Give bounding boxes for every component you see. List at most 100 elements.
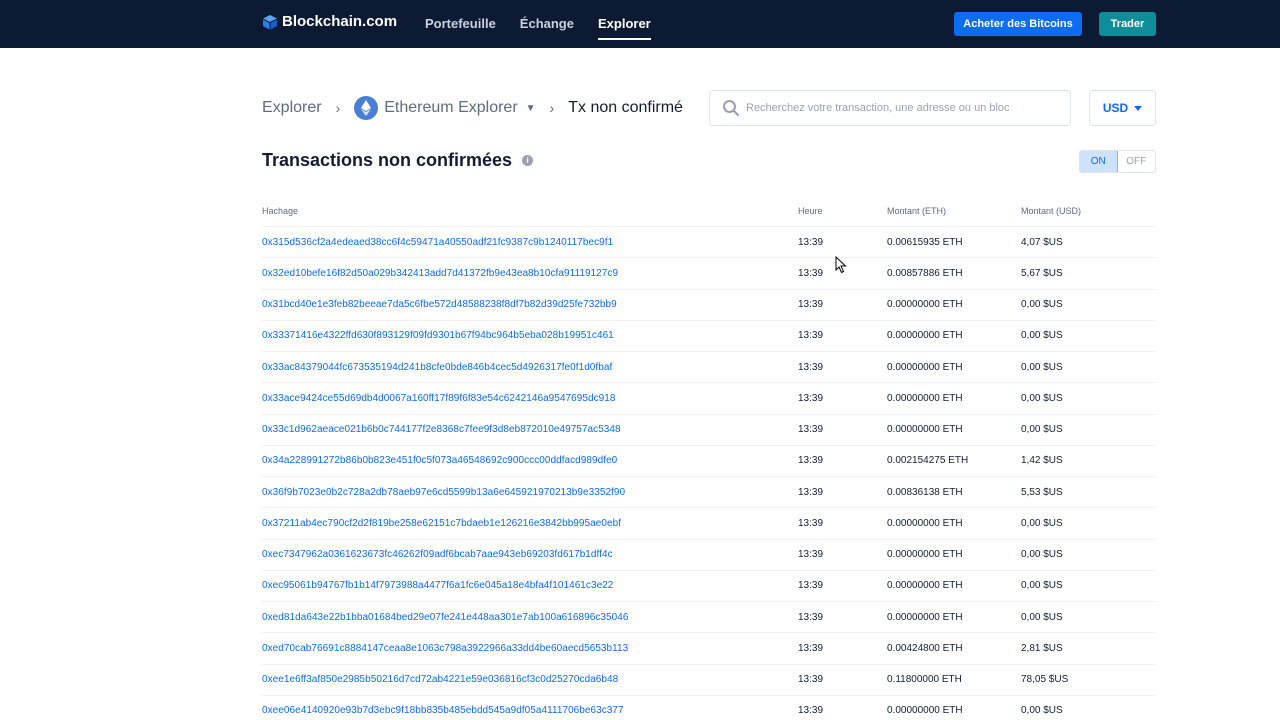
- header-amount-usd: Montant (USD): [1021, 206, 1082, 216]
- currency-select[interactable]: USD: [1089, 90, 1156, 126]
- breadcrumb-explorer[interactable]: Explorer: [262, 99, 322, 117]
- tx-hash-link[interactable]: 0xee06e4140920e93b7d3ebc9f18bb835b485ebd…: [262, 705, 798, 716]
- search-icon: [723, 100, 740, 117]
- breadcrumb: Explorer › Ethereum Explorer ▼ › Tx non …: [262, 95, 683, 121]
- breadcrumb-current: Tx non confirmé: [568, 99, 683, 116]
- nav-explorer[interactable]: Explorer: [597, 0, 651, 48]
- ethereum-icon: [354, 96, 379, 120]
- tx-amount-eth: 0.11800000 ETH: [887, 674, 962, 686]
- tx-amount-eth: 0.00000000 ETH: [887, 392, 963, 404]
- buy-bitcoin-button[interactable]: Acheter des Bitcoins: [954, 12, 1082, 36]
- info-icon[interactable]: i: [522, 155, 534, 166]
- tx-amount-eth: 0.00000000 ETH: [887, 517, 963, 529]
- search-box: [709, 90, 1071, 126]
- tx-amount-usd: 4,07 $US: [1021, 236, 1063, 248]
- tx-amount-eth: 0.00000000 ETH: [887, 705, 963, 717]
- tx-amount-eth: 0.00857886 ETH: [887, 267, 963, 279]
- table-row: 0xee06e4140920e93b7d3ebc9f18bb835b485ebd…: [262, 696, 1156, 720]
- table-row: 0xec7347962a0361623673fc46262f09adf6bcab…: [262, 540, 1156, 571]
- tx-hash-link[interactable]: 0x33ac84379044fc673535194d241b8cfe0bde84…: [262, 362, 798, 373]
- tx-time: 13:39: [798, 611, 824, 623]
- tx-hash-link[interactable]: 0x34a228991272b86b0b823e451f0c5f073a4654…: [262, 455, 798, 466]
- tx-time: 13:39: [798, 455, 824, 467]
- breadcrumb-ethereum-explorer[interactable]: Ethereum Explorer ▼: [354, 96, 536, 120]
- tx-hash-link[interactable]: 0x33371416e4322ffd630f893129f09fd9301b67…: [262, 330, 798, 341]
- tx-time: 13:39: [798, 361, 824, 373]
- trade-button[interactable]: Trader: [1099, 12, 1156, 36]
- tx-hash-link[interactable]: 0x33ace9424ce55d69db4d0067a160ff17f89f6f…: [262, 393, 798, 404]
- tx-amount-usd: 0,00 $US: [1021, 330, 1063, 342]
- tx-hash-link[interactable]: 0x37211ab4ec790cf2d2f819be258e62151c7bda…: [262, 518, 798, 529]
- header-time: Heure: [798, 206, 823, 216]
- header-amount-eth: Montant (ETH): [887, 206, 947, 216]
- nav-exchange[interactable]: Échange: [520, 0, 574, 48]
- tx-time: 13:39: [798, 486, 824, 498]
- tx-hash-link[interactable]: 0xee1e6ff3af850e2985b50216d7cd72ab4221e5…: [262, 674, 798, 685]
- tx-amount-eth: 0.00000000 ETH: [887, 424, 963, 436]
- table-row: 0xed81da643e22b1bba01684bed29e07fe241e44…: [262, 602, 1156, 634]
- tx-amount-eth: 0.00000000 ETH: [887, 611, 963, 623]
- tx-amount-eth: 0.00000000 ETH: [887, 580, 963, 592]
- tx-time: 13:39: [798, 549, 824, 561]
- tx-hash-link[interactable]: 0xec7347962a0361623673fc46262f09adf6bcab…: [262, 549, 798, 560]
- tx-hash-link[interactable]: 0x315d536cf2a4edeaed38cc6f4c59471a40550a…: [262, 237, 798, 248]
- tx-amount-eth: 0.00424800 ETH: [887, 642, 963, 654]
- tx-hash-link[interactable]: 0xed70cab76691c8884147ceaa8e1063c798a392…: [262, 643, 798, 654]
- blockchain-logo[interactable]: Blockchain.com: [262, 13, 397, 30]
- blockchain-cube-icon: [263, 14, 277, 29]
- table-row: 0x37211ab4ec790cf2d2f819be258e62151c7bda…: [262, 508, 1156, 540]
- tx-hash-link[interactable]: 0x36f9b7023e0b2c728a2db78aeb97e6cd5599b1…: [262, 487, 798, 498]
- nav-wallet[interactable]: Portefeuille: [425, 0, 496, 48]
- tx-time: 13:39: [798, 424, 824, 436]
- table-row: 0x34a228991272b86b0b823e451f0c5f073a4654…: [262, 446, 1156, 477]
- tx-amount-usd: 0,00 $US: [1021, 549, 1063, 561]
- table-body: 0x315d536cf2a4edeaed38cc6f4c59471a40550a…: [262, 227, 1156, 720]
- currency-label: USD: [1102, 101, 1129, 115]
- tx-time: 13:39: [798, 517, 824, 529]
- chevron-right-icon: ›: [335, 100, 341, 116]
- caret-down-icon: [1134, 105, 1143, 111]
- table-row: 0x33ace9424ce55d69db4d0067a160ff17f89f6f…: [262, 383, 1156, 415]
- breadcrumb-ethereum-label: Ethereum Explorer: [384, 99, 518, 116]
- top-navbar: Blockchain.com Portefeuille Échange Expl…: [0, 0, 1280, 48]
- tx-time: 13:39: [798, 674, 824, 686]
- tx-amount-eth: 0.00000000 ETH: [887, 299, 963, 311]
- tx-amount-eth: 0.00836138 ETH: [887, 486, 963, 498]
- mouse-cursor-icon: [835, 256, 847, 274]
- table-row: 0x36f9b7023e0b2c728a2db78aeb97e6cd5599b1…: [262, 477, 1156, 509]
- tx-time: 13:39: [798, 580, 824, 592]
- tx-amount-usd: 0,00 $US: [1021, 611, 1063, 623]
- toggle-on[interactable]: ON: [1080, 151, 1118, 172]
- tx-amount-usd: 78,05 $US: [1021, 674, 1069, 686]
- tx-amount-usd: 5,53 $US: [1021, 486, 1063, 498]
- tx-hash-link[interactable]: 0xec95061b94767fb1b14f7973988a4477f6a1fc…: [262, 580, 798, 591]
- table-row: 0x33c1d962aeace021b6b0c744177f2e8368c7fe…: [262, 415, 1156, 446]
- tx-amount-usd: 0,00 $US: [1021, 580, 1063, 592]
- tx-time: 13:39: [798, 642, 824, 654]
- live-toggle: ON OFF: [1079, 150, 1156, 173]
- tx-amount-eth: 0.00615935 ETH: [887, 236, 963, 248]
- tx-amount-usd: 0,00 $US: [1021, 392, 1063, 404]
- table-row: 0xed70cab76691c8884147ceaa8e1063c798a392…: [262, 633, 1156, 665]
- chevron-right-icon: ›: [549, 100, 555, 116]
- tx-time: 13:39: [798, 236, 824, 248]
- search-input[interactable]: [746, 102, 1066, 114]
- tx-hash-link[interactable]: 0x31bcd40e1e3feb82beeae7da5c6fbe572d4858…: [262, 299, 798, 310]
- tx-hash-link[interactable]: 0xed81da643e22b1bba01684bed29e07fe241e44…: [262, 612, 798, 623]
- tx-time: 13:39: [798, 705, 824, 717]
- page-title-row: Transactions non confirmées i: [262, 150, 534, 171]
- table-row: 0xee1e6ff3af850e2985b50216d7cd72ab4221e5…: [262, 665, 1156, 696]
- tx-amount-usd: 5,67 $US: [1021, 267, 1063, 279]
- tx-hash-link[interactable]: 0x33c1d962aeace021b6b0c744177f2e8368c7fe…: [262, 424, 798, 435]
- caret-down-icon: ▼: [525, 102, 536, 114]
- tx-hash-link[interactable]: 0x32ed10befe16f82d50a029b342413add7d4137…: [262, 268, 798, 279]
- table-row: 0x33ac84379044fc673535194d241b8cfe0bde84…: [262, 352, 1156, 384]
- toggle-off[interactable]: OFF: [1118, 151, 1156, 172]
- tx-amount-eth: 0.002154275 ETH: [887, 455, 969, 467]
- tx-amount-usd: 0,00 $US: [1021, 517, 1063, 529]
- tx-time: 13:39: [798, 330, 824, 342]
- tx-amount-usd: 0,00 $US: [1021, 299, 1063, 311]
- logo-text: Blockchain.com: [282, 13, 398, 30]
- tx-amount-usd: 2,81 $US: [1021, 642, 1063, 654]
- table-row: 0xec95061b94767fb1b14f7973988a4477f6a1fc…: [262, 571, 1156, 602]
